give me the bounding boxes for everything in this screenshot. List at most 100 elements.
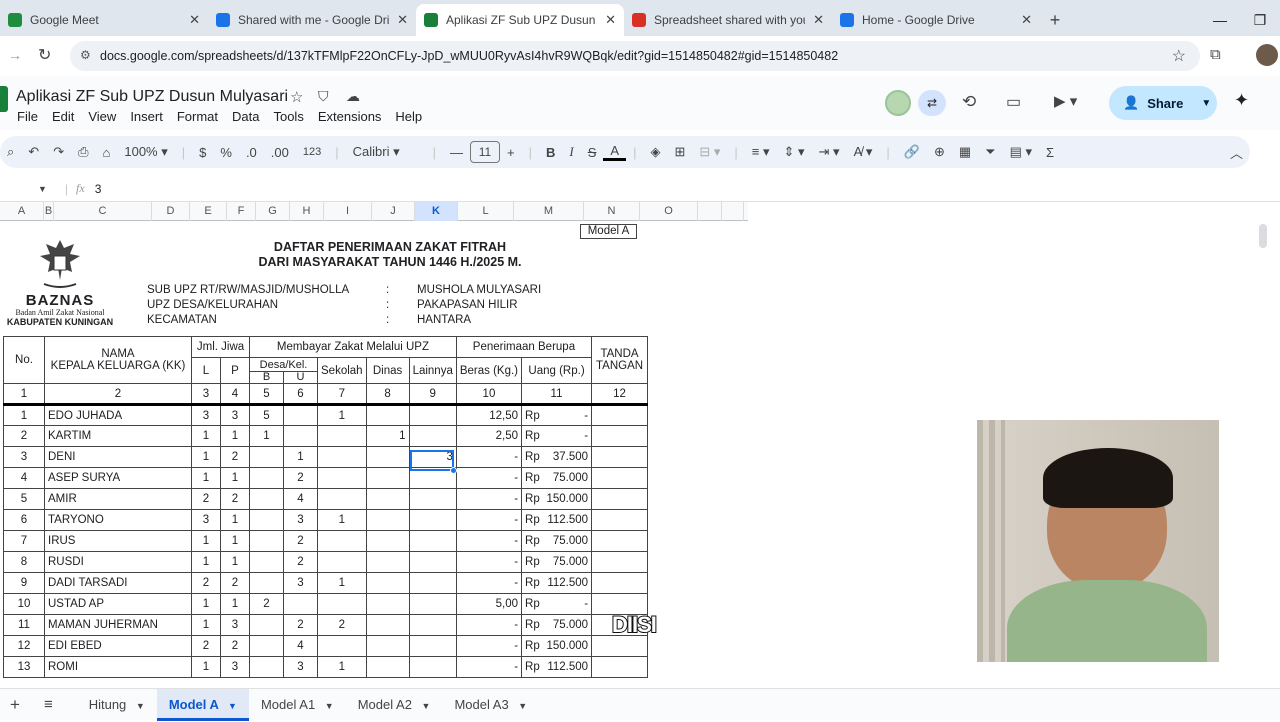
version-history-icon[interactable]: ⟲ bbox=[962, 92, 976, 112]
table-cell[interactable] bbox=[408, 572, 457, 594]
table-cell[interactable]: 1 bbox=[191, 614, 221, 636]
browser-tab[interactable]: Spreadsheet shared with you: "A ✕ bbox=[624, 4, 832, 36]
uang-cell[interactable]: Rp - bbox=[521, 593, 593, 615]
close-tab-icon[interactable]: ✕ bbox=[189, 12, 200, 28]
table-cell[interactable]: 2 bbox=[220, 446, 250, 468]
table-cell[interactable]: - bbox=[455, 572, 523, 594]
column-number-cell[interactable]: 1 bbox=[3, 383, 45, 405]
sheet-tab[interactable]: Model A3 ▼ bbox=[442, 689, 539, 721]
table-cell[interactable]: 2,50 bbox=[455, 425, 523, 447]
table-cell[interactable]: 1 bbox=[220, 530, 250, 552]
vertical-scrollbar[interactable] bbox=[1259, 224, 1267, 248]
zoom-select[interactable]: 100% ▾ bbox=[117, 144, 174, 160]
table-cell[interactable] bbox=[317, 593, 367, 615]
table-cell[interactable]: 1 bbox=[317, 656, 367, 678]
table-cell[interactable] bbox=[408, 488, 457, 510]
table-cell[interactable]: 2 bbox=[283, 467, 318, 489]
column-header[interactable]: M bbox=[514, 202, 584, 221]
table-cell[interactable] bbox=[317, 467, 367, 489]
menu-extensions[interactable]: Extensions bbox=[318, 109, 382, 124]
column-number-cell[interactable]: 7 bbox=[317, 383, 367, 405]
active-cell-outline[interactable] bbox=[410, 450, 454, 471]
table-cell[interactable] bbox=[365, 530, 410, 552]
table-cell[interactable]: 1 bbox=[317, 404, 367, 426]
text-wrap-icon[interactable]: ⇥ ▾ bbox=[812, 144, 847, 160]
tanda-tangan-cell[interactable] bbox=[591, 467, 649, 489]
table-cell[interactable]: 1 bbox=[191, 446, 221, 468]
table-cell[interactable]: TARYONO bbox=[44, 509, 192, 531]
table-cell[interactable] bbox=[408, 509, 457, 531]
close-tab-icon[interactable]: ✕ bbox=[605, 12, 616, 28]
uang-cell[interactable]: Rp 75.000 bbox=[521, 614, 593, 636]
table-cell[interactable]: 1 bbox=[317, 509, 367, 531]
column-header[interactable] bbox=[698, 202, 722, 221]
column-number-cell[interactable]: 10 bbox=[455, 383, 523, 405]
table-cell[interactable] bbox=[408, 425, 457, 447]
table-cell[interactable]: 2 bbox=[191, 635, 221, 657]
print-icon[interactable]: ⎙ bbox=[71, 144, 95, 160]
table-cell[interactable]: KARTIM bbox=[44, 425, 192, 447]
table-cell[interactable] bbox=[283, 593, 318, 615]
text-rotation-icon[interactable]: A̸ ▾ bbox=[847, 144, 880, 160]
table-cell[interactable]: 1 bbox=[191, 593, 221, 615]
column-header[interactable]: A bbox=[0, 202, 44, 221]
reload-icon[interactable]: ↻ bbox=[38, 45, 51, 65]
column-header[interactable]: F bbox=[227, 202, 256, 221]
table-cell[interactable] bbox=[408, 656, 457, 678]
comments-icon[interactable]: ▭ bbox=[1006, 92, 1021, 112]
vertical-align-icon[interactable]: ⇕ ▾ bbox=[777, 144, 812, 160]
column-number-cell[interactable]: 3 bbox=[191, 383, 221, 405]
table-cell[interactable]: 1 bbox=[220, 593, 250, 615]
browser-tab[interactable]: Shared with me - Google Drive ✕ bbox=[208, 4, 416, 36]
search-menus-icon[interactable]: ⌕ bbox=[0, 144, 21, 160]
table-cell[interactable] bbox=[249, 446, 284, 468]
table-cell[interactable] bbox=[408, 551, 457, 573]
gemini-icon[interactable]: ✦ bbox=[1234, 90, 1249, 111]
table-cell[interactable]: - bbox=[455, 656, 523, 678]
table-cell[interactable]: 2 bbox=[283, 614, 318, 636]
table-cell[interactable] bbox=[365, 551, 410, 573]
tanda-tangan-cell[interactable] bbox=[591, 509, 649, 531]
profile-avatar[interactable] bbox=[1256, 44, 1278, 66]
table-cell[interactable] bbox=[317, 635, 367, 657]
table-cell[interactable]: 4 bbox=[283, 635, 318, 657]
table-cell[interactable]: 3 bbox=[283, 509, 318, 531]
table-cell[interactable]: AMIR bbox=[44, 488, 192, 510]
table-cell[interactable]: 2 bbox=[191, 572, 221, 594]
table-cell[interactable]: RUSDI bbox=[44, 551, 192, 573]
table-cell[interactable]: 1 bbox=[191, 530, 221, 552]
uang-cell[interactable]: Rp - bbox=[521, 404, 593, 426]
sheets-logo-icon[interactable] bbox=[0, 86, 8, 112]
table-cell[interactable]: 4 bbox=[283, 488, 318, 510]
number-format-button[interactable]: 123 bbox=[296, 146, 328, 158]
extensions-icon[interactable]: ⧉ bbox=[1210, 46, 1221, 63]
table-cell[interactable] bbox=[249, 530, 284, 552]
column-header[interactable]: G bbox=[256, 202, 290, 221]
menu-view[interactable]: View bbox=[88, 109, 116, 124]
sheet-tab[interactable]: Model A2 ▼ bbox=[346, 689, 443, 721]
font-size-input[interactable]: 11 bbox=[470, 141, 500, 163]
formula-input[interactable]: 3 bbox=[95, 182, 102, 196]
table-cell[interactable]: MAMAN JUHERMAN bbox=[44, 614, 192, 636]
column-header[interactable]: L bbox=[458, 202, 514, 221]
share-dropdown-icon[interactable]: ▼ bbox=[1201, 98, 1211, 109]
table-cell[interactable] bbox=[317, 551, 367, 573]
table-cell[interactable]: EDO JUHADA bbox=[44, 404, 192, 426]
table-cell[interactable]: ROMI bbox=[44, 656, 192, 678]
text-color-button[interactable]: A bbox=[603, 143, 627, 161]
table-cell[interactable]: 1 bbox=[191, 425, 221, 447]
table-cell[interactable]: 7 bbox=[3, 530, 45, 552]
increase-decimal-button[interactable]: .00 bbox=[264, 145, 296, 160]
insert-link-icon[interactable]: 🔗 bbox=[897, 144, 927, 160]
table-cell[interactable]: 3 bbox=[220, 614, 250, 636]
uang-cell[interactable]: Rp 112.500 bbox=[521, 509, 593, 531]
url-field[interactable]: ⚙ docs.google.com/spreadsheets/d/137kTFM… bbox=[70, 41, 1200, 71]
table-cell[interactable] bbox=[365, 446, 410, 468]
table-cell[interactable] bbox=[283, 425, 318, 447]
sheet-tab[interactable]: Hitung ▼ bbox=[77, 689, 157, 721]
restore-icon[interactable]: ❐ bbox=[1240, 4, 1280, 36]
table-cell[interactable]: 12 bbox=[3, 635, 45, 657]
tanda-tangan-cell[interactable] bbox=[591, 551, 649, 573]
redo-icon[interactable]: ↷ bbox=[46, 144, 71, 160]
table-cell[interactable]: ASEP SURYA bbox=[44, 467, 192, 489]
